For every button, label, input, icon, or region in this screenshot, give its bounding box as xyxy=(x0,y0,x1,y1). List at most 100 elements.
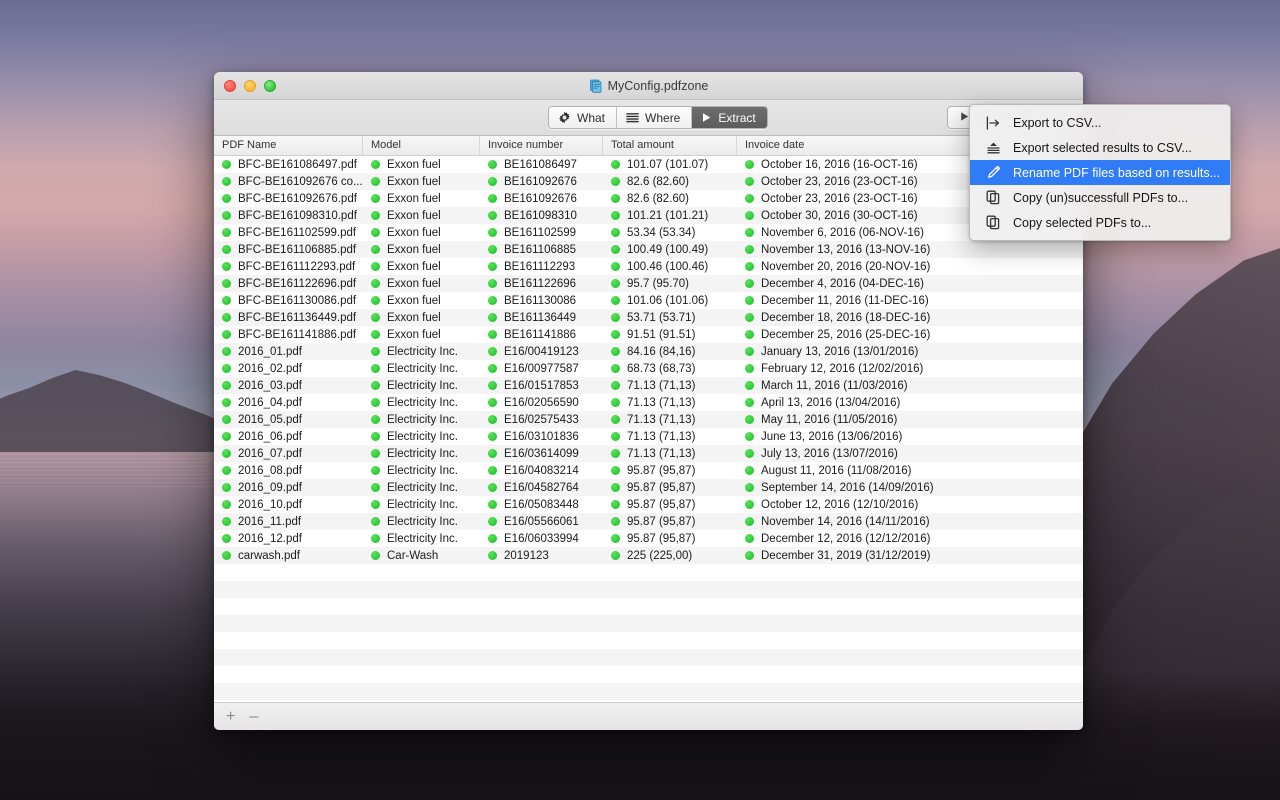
cell-text: 2016_11.pdf xyxy=(238,516,301,528)
table-row[interactable]: 2016_09.pdfElectricity Inc.E16/045827649… xyxy=(214,479,1083,496)
results-table[interactable]: PDF Name Model Invoice number Total amou… xyxy=(214,136,1083,702)
table-empty-row xyxy=(214,564,1083,581)
table-row[interactable]: BFC-BE161130086.pdfExxon fuelBE161130086… xyxy=(214,292,1083,309)
add-row-button[interactable]: + xyxy=(226,709,235,725)
table-cell: BE161102599 xyxy=(480,227,603,239)
table-row[interactable]: BFC-BE161141886.pdfExxon fuelBE161141886… xyxy=(214,326,1083,343)
mode-segmented-control[interactable]: What Where Extract xyxy=(548,106,768,129)
close-button[interactable] xyxy=(224,80,236,92)
cell-text: E16/01517853 xyxy=(504,380,579,392)
cell-text: Electricity Inc. xyxy=(387,363,458,375)
menu-item[interactable]: Rename PDF files based on results... xyxy=(970,160,1230,185)
table-row[interactable]: 2016_12.pdfElectricity Inc.E16/060339949… xyxy=(214,530,1083,547)
table-cell: 2016_11.pdf xyxy=(214,516,363,528)
table-row[interactable]: carwash.pdfCar-Wash2019123225 (225,00)De… xyxy=(214,547,1083,564)
table-empty-row xyxy=(214,666,1083,683)
status-dot-icon xyxy=(222,432,231,441)
table-cell: 95.87 (95,87) xyxy=(603,516,737,528)
table-row[interactable]: 2016_10.pdfElectricity Inc.E16/050834489… xyxy=(214,496,1083,513)
status-dot-icon xyxy=(371,432,380,441)
cell-text: July 13, 2016 (13/07/2016) xyxy=(761,448,898,460)
table-cell: Exxon fuel xyxy=(363,261,480,273)
cell-text: 2016_10.pdf xyxy=(238,499,302,511)
tab-what[interactable]: What xyxy=(549,107,617,128)
status-dot-icon xyxy=(371,279,380,288)
table-cell: Exxon fuel xyxy=(363,176,480,188)
table-cell: 95.87 (95,87) xyxy=(603,482,737,494)
table-cell: Electricity Inc. xyxy=(363,533,480,545)
minimize-button[interactable] xyxy=(244,80,256,92)
pencil-icon xyxy=(984,165,1002,180)
table-cell: Exxon fuel xyxy=(363,278,480,290)
table-row[interactable]: BFC-BE161092676 co...Exxon fuelBE1610926… xyxy=(214,173,1083,190)
menu-item[interactable]: Copy (un)successfull PDFs to... xyxy=(970,185,1230,210)
table-cell: Electricity Inc. xyxy=(363,499,480,511)
table-row[interactable]: BFC-BE161122696.pdfExxon fuelBE161122696… xyxy=(214,275,1083,292)
table-row[interactable]: BFC-BE161102599.pdfExxon fuelBE161102599… xyxy=(214,224,1083,241)
table-cell: December 25, 2016 (25-DEC-16) xyxy=(737,329,1083,341)
tab-extract[interactable]: Extract xyxy=(692,107,766,128)
status-dot-icon xyxy=(371,330,380,339)
table-row[interactable]: 2016_05.pdfElectricity Inc.E16/025754337… xyxy=(214,411,1083,428)
status-dot-icon xyxy=(222,500,231,509)
status-dot-icon xyxy=(745,381,754,390)
cell-text: BFC-BE161130086.pdf xyxy=(238,295,356,307)
cell-text: E16/05566061 xyxy=(504,516,579,528)
table-row[interactable]: BFC-BE161086497.pdfExxon fuelBE161086497… xyxy=(214,156,1083,173)
table-row[interactable]: 2016_04.pdfElectricity Inc.E16/020565907… xyxy=(214,394,1083,411)
table-row[interactable]: 2016_06.pdfElectricity Inc.E16/031018367… xyxy=(214,428,1083,445)
table-row[interactable]: 2016_03.pdfElectricity Inc.E16/015178537… xyxy=(214,377,1083,394)
cell-text: BE161112293 xyxy=(504,261,575,273)
cell-text: January 13, 2016 (13/01/2016) xyxy=(761,346,918,358)
table-row[interactable]: 2016_11.pdfElectricity Inc.E16/055660619… xyxy=(214,513,1083,530)
table-cell: Electricity Inc. xyxy=(363,380,480,392)
share-dropdown-menu[interactable]: Export to CSV...Export selected results … xyxy=(969,104,1231,241)
status-dot-icon xyxy=(222,177,231,186)
table-row[interactable]: BFC-BE161136449.pdfExxon fuelBE161136449… xyxy=(214,309,1083,326)
table-cell: 95.87 (95,87) xyxy=(603,499,737,511)
menu-item[interactable]: Export selected results to CSV... xyxy=(970,135,1230,160)
table-row[interactable]: BFC-BE161106885.pdfExxon fuelBE161106885… xyxy=(214,241,1083,258)
cell-text: August 11, 2016 (11/08/2016) xyxy=(761,465,911,477)
table-row[interactable]: 2016_02.pdfElectricity Inc.E16/009775876… xyxy=(214,360,1083,377)
table-row[interactable]: 2016_08.pdfElectricity Inc.E16/040832149… xyxy=(214,462,1083,479)
cell-text: 100.49 (100.49) xyxy=(627,244,708,256)
window-controls xyxy=(224,80,276,92)
table-cell: 225 (225,00) xyxy=(603,550,737,562)
column-header-invoice-number[interactable]: Invoice number xyxy=(480,136,603,155)
status-dot-icon xyxy=(745,449,754,458)
status-dot-icon xyxy=(488,415,497,424)
status-dot-icon xyxy=(222,483,231,492)
table-cell: Electricity Inc. xyxy=(363,448,480,460)
status-dot-icon xyxy=(611,449,620,458)
table-row[interactable]: BFC-BE161098310.pdfExxon fuelBE161098310… xyxy=(214,207,1083,224)
menu-item[interactable]: Export to CSV... xyxy=(970,110,1230,135)
status-dot-icon xyxy=(371,483,380,492)
status-dot-icon xyxy=(222,534,231,543)
table-cell: BE161130086 xyxy=(480,295,603,307)
column-header-model[interactable]: Model xyxy=(363,136,480,155)
table-empty-row xyxy=(214,581,1083,598)
menu-item[interactable]: Copy selected PDFs to... xyxy=(970,210,1230,235)
cell-text: September 14, 2016 (14/09/2016) xyxy=(761,482,934,494)
table-cell: E16/04582764 xyxy=(480,482,603,494)
column-header-total-amount[interactable]: Total amount xyxy=(603,136,737,155)
table-row[interactable]: 2016_07.pdfElectricity Inc.E16/036140997… xyxy=(214,445,1083,462)
status-dot-icon xyxy=(488,449,497,458)
remove-row-button[interactable]: – xyxy=(249,709,258,725)
cell-text: BFC-BE161112293.pdf xyxy=(238,261,355,273)
table-cell: September 14, 2016 (14/09/2016) xyxy=(737,482,1083,494)
tab-where[interactable]: Where xyxy=(617,107,692,128)
status-dot-icon xyxy=(222,517,231,526)
table-row[interactable]: BFC-BE161112293.pdf Exxon fuel BE161112293… xyxy=(214,258,1083,275)
status-dot-icon xyxy=(488,228,497,237)
cell-text: October 23, 2016 (23-OCT-16) xyxy=(761,176,918,188)
maximize-button[interactable] xyxy=(264,80,276,92)
pdf-document-icon xyxy=(589,79,603,93)
status-dot-icon xyxy=(611,177,620,186)
column-header-pdf-name[interactable]: PDF Name xyxy=(214,136,363,155)
table-row[interactable]: 2016_01.pdfElectricity Inc.E16/004191238… xyxy=(214,343,1083,360)
cell-text: E16/04582764 xyxy=(504,482,579,494)
table-row[interactable]: BFC-BE161092676.pdfExxon fuelBE161092676… xyxy=(214,190,1083,207)
table-cell: BE161141886 xyxy=(480,329,603,341)
